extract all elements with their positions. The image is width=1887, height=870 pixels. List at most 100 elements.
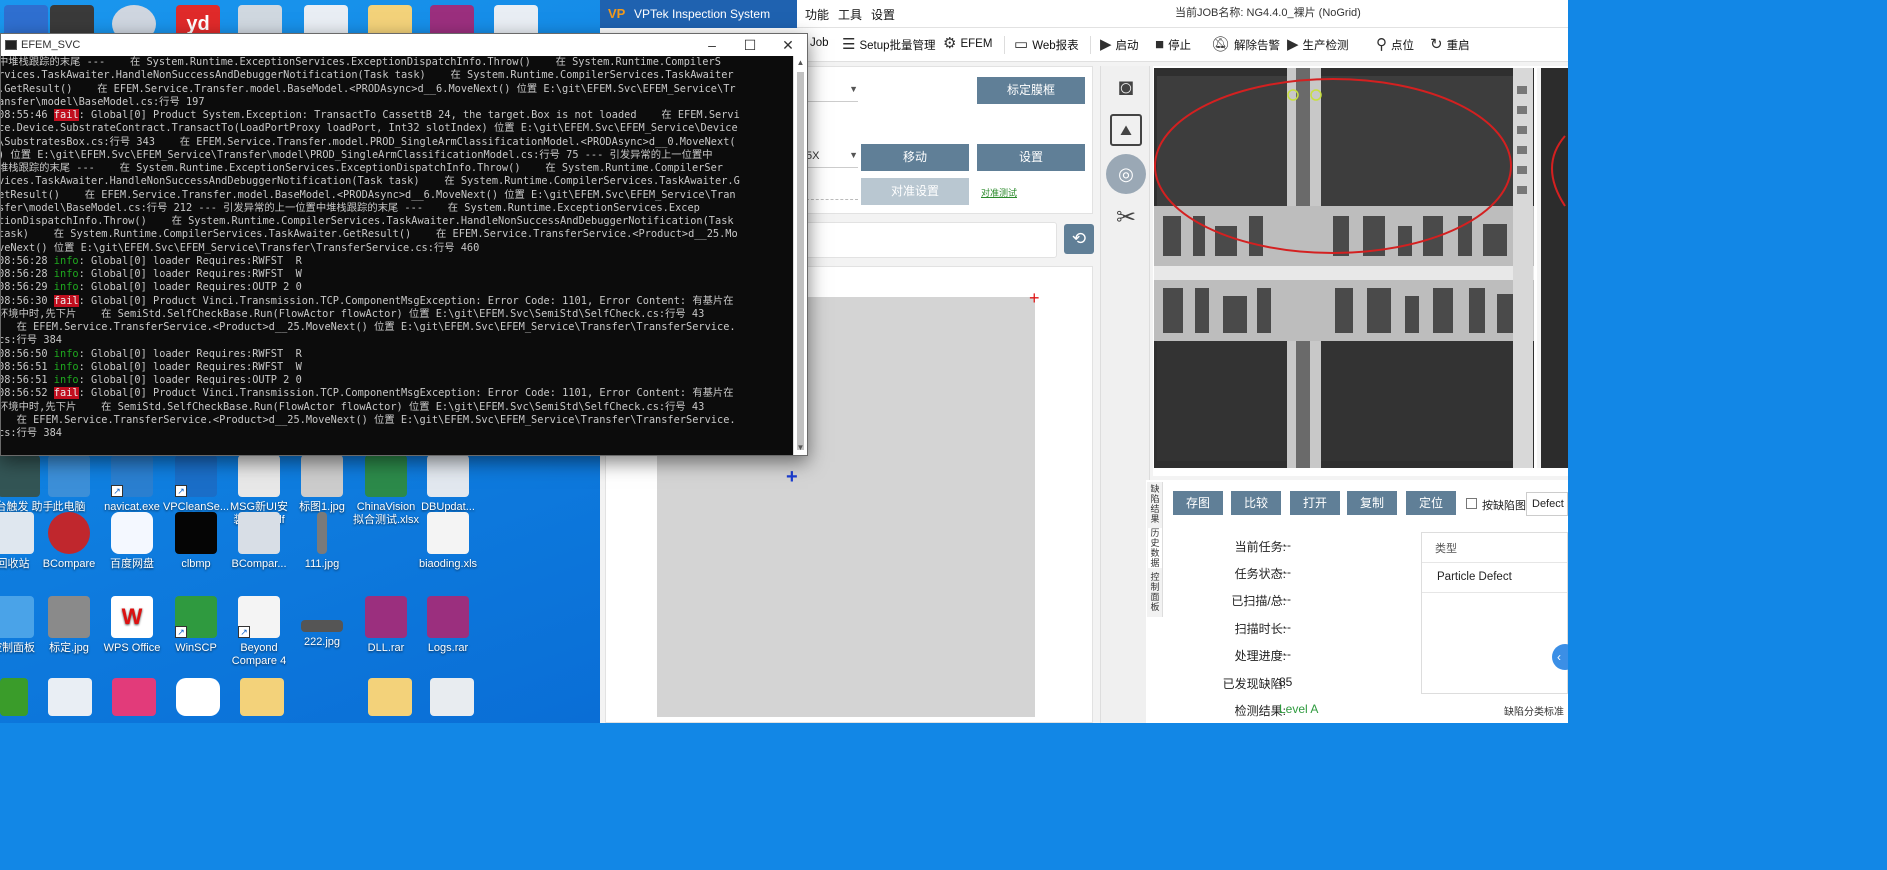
zoom-select[interactable]: 5X ▼ [806,150,858,168]
table-row[interactable]: Particle Defect [1422,563,1567,593]
status-value-current-task: --- [1279,538,1291,552]
stop-button[interactable]: ■ 停止 [1155,37,1191,53]
desktop-icon-baidu[interactable]: 百度网盘 [95,512,169,571]
copy-button[interactable]: 复制 [1347,491,1397,515]
desktop-icon-navicat[interactable]: ↗ navicat.exe [95,455,169,514]
console-line-text: task) 在 System.Runtime.CompilerServices.… [1,228,738,241]
desktop-icon-label: WinSCP [175,642,217,654]
desktop-icon-label: BCompare [42,558,96,570]
wafer-active-icon[interactable]: ◎ [1106,154,1146,194]
console-line-text: vices.TaskAwaiter.HandleNonSuccessAndDeb… [1,175,740,188]
save-image-button[interactable]: 存图 [1173,491,1223,515]
produce-inspect-button[interactable]: ▶ 生产检测 [1287,37,1349,53]
console-line: etResult() 在 EFEM.Service.Transfer.model… [1,189,793,202]
efem-button[interactable]: ⚙ EFEM [943,36,992,51]
minimize-icon[interactable]: – [693,37,731,53]
tab-history[interactable]: 历史数据 [1148,528,1162,568]
move-button[interactable]: 移动 [861,144,969,171]
console-line-text: 堆栈跟踪的末尾 --- 在 System.Runtime.ExceptionSe… [1,162,723,174]
console-line: 08:56:51 info: Global[0] loader Requires… [1,374,793,387]
desktop-icon-biaoding-xls[interactable]: biaoding.xls [411,512,485,571]
console-scrollbar[interactable]: ▲ ▼ [793,56,807,455]
desktop-icon-label: 百度网盘 [110,558,154,570]
restart-button[interactable]: ↻ 重启 [1430,37,1470,53]
app-icon[interactable] [176,678,220,716]
job-button[interactable]: Job [810,37,829,49]
console-line: ) 位置 E:\git\EFEM.Svc\EFEM_Service\Transf… [1,149,793,162]
console-line: cs:行号 384 [1,427,793,440]
locate-button[interactable]: 定位 [1406,491,1456,515]
desktop-icon-222jpg[interactable]: 222.jpg [285,596,359,649]
console-line-text: 08:56:28 [1,268,54,280]
desktop-icon-wps[interactable]: W WPS Office [95,596,169,655]
compare-button[interactable]: 比较 [1231,491,1281,515]
app-icon[interactable] [48,678,92,716]
chevron-down-icon: ▼ [849,150,858,160]
desktop-icon-label: WPS Office [103,642,161,654]
nvidia-icon[interactable] [0,678,28,716]
setup-batch-button[interactable]: ☰ Setup批量管理 [842,37,936,53]
crosshair-red-icon: + [1029,288,1040,308]
maximize-icon[interactable]: ☐ [731,37,769,54]
status-value-progress: --- [1279,647,1291,661]
calibrate-frame-button[interactable]: 标定膜框 [977,77,1085,104]
defect-select[interactable]: Defect [1526,492,1568,516]
align-test-link[interactable]: 对准测试 [981,186,1017,199]
console-line: task) 在 System.Runtime.CompilerServices.… [1,228,793,241]
tab-defect-results[interactable]: 缺陷结果 [1148,484,1162,524]
dropdown-chevron-icon[interactable]: ▼ [806,84,858,102]
desktop-icon-label: clbmp [181,558,211,570]
open-button[interactable]: 打开 [1290,491,1340,515]
start-button[interactable]: ▶ 启动 [1100,37,1139,53]
console-output[interactable]: 中堆栈跟踪的末尾 --- 在 System.Runtime.ExceptionS… [1,56,793,455]
menu-tools[interactable]: 工具 [838,6,862,23]
folder-icon[interactable] [240,678,284,716]
clear-alarm-button[interactable]: 🔕︎ 解除告警 [1211,37,1280,53]
desktop-icon-label: biaoding.xls [418,558,478,570]
web-report-button[interactable]: ▭ Web报表 [1014,37,1079,53]
log-level-badge: info [53,254,79,267]
status-label-scan-duration: 扫描时长: [1234,622,1286,636]
restart-icon: ↻ [1430,36,1443,53]
media-icon[interactable] [112,678,156,716]
console-window[interactable]: EFEM_SVC – ☐ ✕ 中堆栈跟踪的末尾 --- 在 System.Run… [0,33,808,456]
point-button[interactable]: ⚲ 点位 [1376,37,1414,53]
image-scan-icon[interactable]: ⛰ [1110,114,1142,146]
desktop-icon-logs-rar[interactable]: Logs.rar [411,596,485,655]
console-line-text: 08:55:46 [1,109,54,121]
desktop-icon-image[interactable]: 标图1.jpg [285,455,359,514]
app-titlebar: VP VPTek Inspection System 1.0.0.0 功能 工具… [600,0,1568,49]
console-line: 08:56:51 info: Global[0] loader Requires… [1,361,793,374]
defect-type-table: 类型 Particle Defect [1421,532,1568,694]
refresh-view-icon[interactable]: ⟲ [1064,224,1094,254]
desktop-icon-111jpg[interactable]: 111.jpg [285,512,359,571]
defect-image-checkbox[interactable] [1466,498,1477,509]
clear-alarm-label: 解除告警 [1234,40,1281,52]
console-line: 08:55:46 fail: Global[0] Product System.… [1,109,793,122]
desktop-icon-dbupdate[interactable]: DBUpdat... [411,455,485,514]
close-icon[interactable]: ✕ [769,37,807,54]
log-level-badge: fail [53,387,79,400]
console-line: vices.TaskAwaiter.HandleNonSuccessAndDeb… [1,175,793,188]
toolbar-divider [1090,36,1091,54]
console-line-text: ansfer\model\BaseModel.cs:行号 197 [1,95,205,108]
align-settings-button[interactable]: 对准设置 [861,178,969,205]
status-value-scanned: --- [1279,592,1291,606]
console-line-text: cs:行号 384 [1,334,62,347]
scroll-down-icon[interactable]: ▼ [794,441,807,455]
log-level-badge: info [53,281,79,294]
menu-function[interactable]: 功能 [805,6,829,23]
settings-file-icon[interactable] [430,678,474,716]
scrollbar-thumb[interactable] [797,72,804,450]
console-line: 堆栈跟踪的末尾 --- 在 System.Runtime.ExceptionSe… [1,162,793,175]
vp-logo-icon: VP [608,6,626,21]
menu-settings[interactable]: 设置 [871,6,895,23]
ruler-tools-icon[interactable]: ✂ [1110,202,1142,234]
scroll-up-icon[interactable]: ▲ [794,56,807,70]
camera-icon[interactable]: ◙ [1110,72,1142,104]
inspection-image[interactable] [1153,66,1568,476]
folder-icon[interactable] [368,678,412,716]
tab-control-panel[interactable]: 控制面板 [1148,572,1162,612]
console-line: 环境中时,先下片 在 SemiStd.SelfCheckBase.Run(Flo… [1,308,793,321]
settings-button[interactable]: 设置 [977,144,1085,171]
